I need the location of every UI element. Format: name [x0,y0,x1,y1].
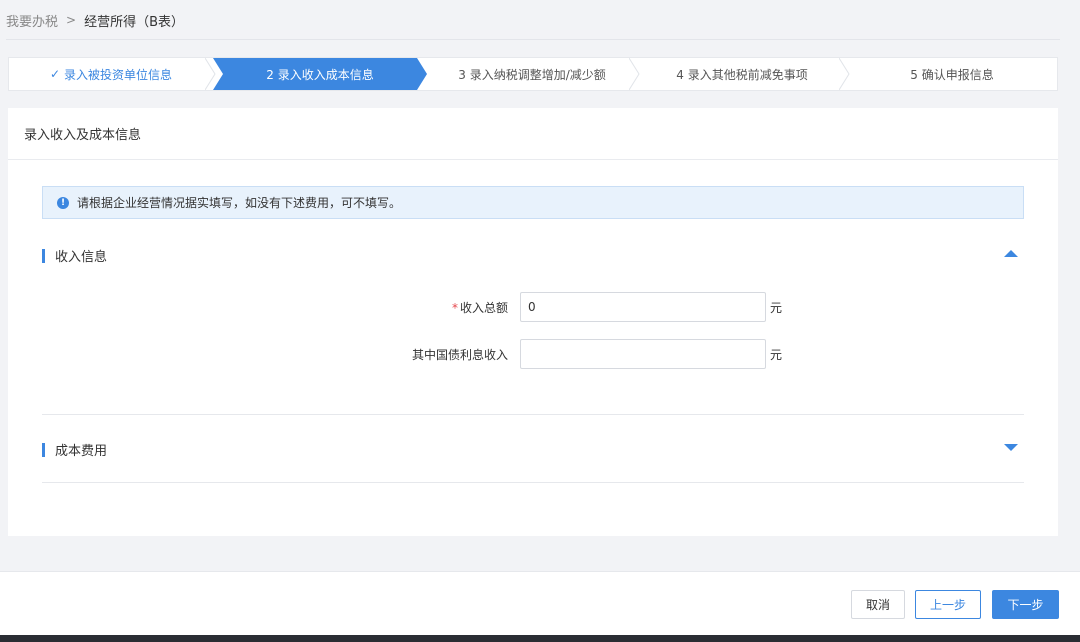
step-1-label: 录入被投资单位信息 [64,67,173,82]
footer-action-bar: 取消 上一步 下一步 [0,571,1080,635]
expand-down-icon[interactable] [1004,444,1018,451]
step-3-label: 3 录入纳税调整增加/减少额 [458,67,606,82]
check-icon: ✓ [49,67,61,81]
step-2-label: 2 录入收入成本信息 [266,67,374,82]
step-4-label: 4 录入其他税前减免事项 [676,67,808,82]
income-section-header: 收入信息 [42,246,107,265]
step-5-label: 5 确认申报信息 [910,67,994,82]
breadcrumb-current: 经营所得（B表） [84,14,184,30]
previous-step-button[interactable]: 上一步 [915,590,981,619]
bond-interest-row: 其中国债利息收入 元 [400,339,782,369]
breadcrumb: 我要办税 > 经营所得（B表） [0,0,1080,40]
step-4[interactable]: 4 录入其他税前减免事项 [637,58,850,90]
income-section-title: 收入信息 [55,250,108,265]
cost-section-title: 成本费用 [55,444,108,459]
total-income-label: * 收入总额 [451,300,508,315]
panel-title: 录入收入及成本信息 [8,108,1058,160]
bottom-edge-bar [0,635,1080,642]
section-divider [42,414,1024,415]
breadcrumb-root-link[interactable]: 我要办税 [6,11,58,30]
step-chevron-icon [205,58,217,90]
bond-interest-input[interactable] [520,339,766,369]
collapse-up-icon[interactable] [1004,250,1018,257]
step-2[interactable]: 2 录入收入成本信息 [213,58,427,90]
section-divider [42,482,1024,483]
cancel-button[interactable]: 取消 [851,590,905,619]
bond-interest-unit: 元 [770,347,783,362]
cost-section-header: 成本费用 [42,440,107,459]
total-income-row: *收入总额 元 [400,292,782,322]
step-3[interactable]: 3 录入纳税调整增加/减少额 [427,58,640,90]
bond-interest-label: 其中国债利息收入 [411,347,508,362]
section-accent-bar [42,442,45,457]
total-income-input[interactable] [520,292,766,322]
income-cost-panel: 录入收入及成本信息 ! 请根据企业经营情况据实填写，如没有下述费用，可不填写。 … [8,108,1058,536]
info-notice-text: 请根据企业经营情况据实填写，如没有下述费用，可不填写。 [77,196,402,210]
step-1[interactable]: ✓ 录入被投资单位信息 [9,58,216,90]
required-mark: * [451,300,458,315]
info-notice: ! 请根据企业经营情况据实填写，如没有下述费用，可不填写。 [42,186,1024,219]
next-step-button[interactable]: 下一步 [992,590,1059,619]
info-icon: ! [57,196,69,209]
breadcrumb-divider [6,39,1060,40]
total-income-unit: 元 [770,300,783,315]
step-5[interactable]: 5 确认申报信息 [847,58,1057,90]
section-accent-bar [42,248,45,263]
step-progress-bar: ✓ 录入被投资单位信息 2 录入收入成本信息 3 录入纳税调整增加/减少额 4 … [8,57,1058,91]
breadcrumb-separator: > [66,13,77,27]
